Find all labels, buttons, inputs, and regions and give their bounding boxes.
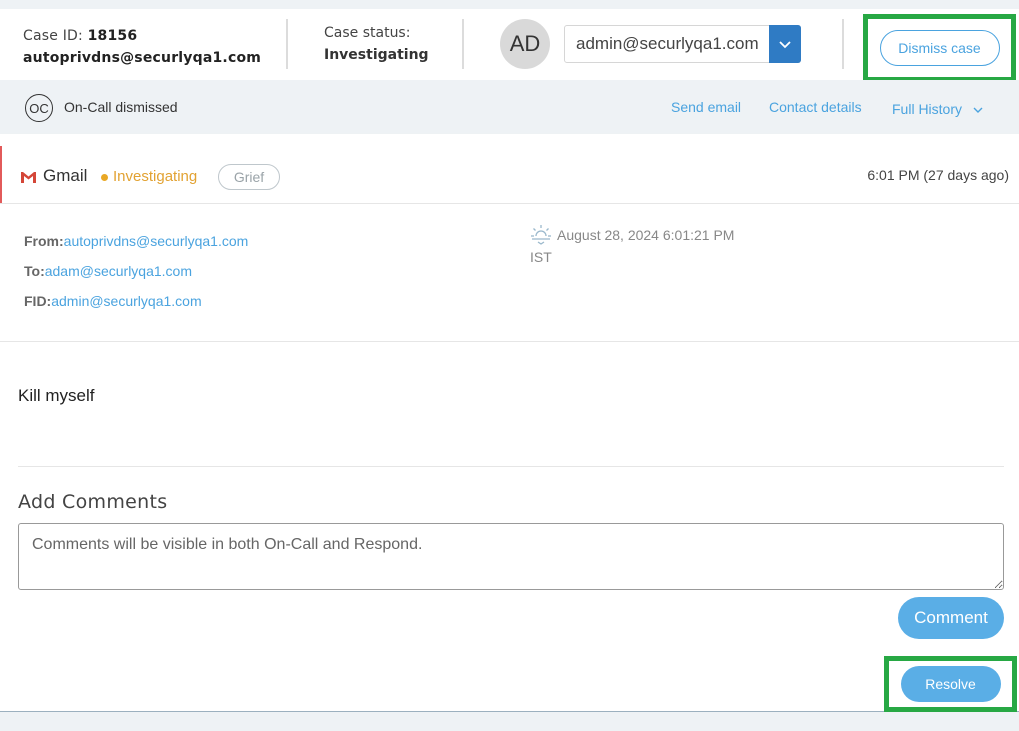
- fid-label: FID:: [24, 293, 52, 309]
- chevron-down-icon: [973, 107, 983, 113]
- send-email-link[interactable]: Send email: [671, 99, 741, 115]
- full-history-link[interactable]: Full History: [892, 101, 984, 117]
- resolve-highlight: Resolve: [884, 656, 1017, 712]
- case-status-block: Case status: Investigating: [324, 22, 429, 66]
- oncall-icon: OC: [25, 94, 53, 122]
- footer-background: [0, 712, 1019, 731]
- case-header: Case ID: 18156 autoprivdns@securlyqa1.co…: [0, 0, 1019, 82]
- assignee-select-value: admin@securlyqa1.com: [576, 34, 759, 53]
- fid-value[interactable]: admin@securlyqa1.com: [51, 293, 201, 309]
- dismiss-highlight: Dismiss case: [863, 14, 1016, 82]
- header-divider: [462, 19, 464, 69]
- gmail-icon: [21, 172, 36, 183]
- avatar: AD: [500, 19, 550, 69]
- from-row: From:autoprivdns@securlyqa1.com: [24, 233, 248, 249]
- header-divider: [286, 19, 288, 69]
- case-status-value: Investigating: [324, 47, 429, 63]
- to-label: To:: [24, 263, 45, 279]
- event-source: Gmail: [43, 166, 88, 185]
- comment-button[interactable]: Comment: [898, 597, 1004, 639]
- divider: [18, 466, 1004, 467]
- alert-indicator: [0, 146, 2, 203]
- from-label: From:: [24, 233, 64, 249]
- chevron-down-icon[interactable]: [769, 24, 801, 63]
- case-status-label: Case status:: [324, 25, 411, 41]
- category-tag: Grief: [218, 164, 280, 190]
- status-dot-icon: [101, 174, 108, 181]
- case-id-block: Case ID: 18156 autoprivdns@securlyqa1.co…: [23, 25, 261, 69]
- divider: [0, 203, 1019, 204]
- from-value[interactable]: autoprivdns@securlyqa1.com: [64, 233, 249, 249]
- to-row: To:adam@securlyqa1.com: [24, 263, 192, 279]
- full-history-label: Full History: [892, 101, 963, 117]
- add-comments-title: Add Comments: [18, 491, 168, 513]
- resolve-button[interactable]: Resolve: [900, 666, 1001, 702]
- event-date: August 28, 2024 6:01:21 PM: [557, 227, 735, 243]
- event-status: Investigating: [113, 168, 198, 185]
- assignee-select[interactable]: admin@securlyqa1.com: [564, 24, 801, 63]
- fid-row: FID:admin@securlyqa1.com: [24, 293, 202, 309]
- sunset-icon: [531, 225, 551, 245]
- case-subbar: OC On-Call dismissed Send email Contact …: [0, 80, 1019, 134]
- case-id-value: 18156: [87, 28, 138, 44]
- event-time: 6:01 PM (27 days ago): [867, 167, 1009, 183]
- divider: [0, 341, 1019, 342]
- to-value[interactable]: adam@securlyqa1.com: [45, 263, 192, 279]
- case-email: autoprivdns@securlyqa1.com: [23, 50, 262, 66]
- event-timezone: IST: [530, 249, 552, 265]
- case-footer: [0, 652, 1019, 712]
- header-divider: [842, 19, 844, 69]
- comment-input[interactable]: [18, 523, 1004, 590]
- event-message: Kill myself: [18, 386, 95, 405]
- contact-details-link[interactable]: Contact details: [769, 99, 862, 115]
- oncall-status: On-Call dismissed: [64, 99, 178, 115]
- dismiss-case-button[interactable]: Dismiss case: [879, 30, 1000, 66]
- case-id-label: Case ID:: [23, 28, 83, 44]
